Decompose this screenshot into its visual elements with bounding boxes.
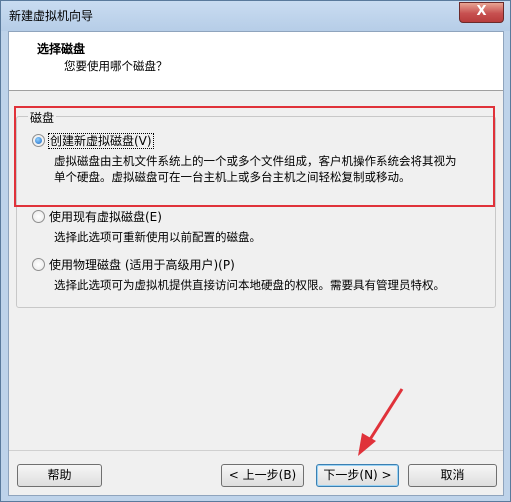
- cancel-button[interactable]: 取消: [408, 464, 497, 487]
- option-use-existing-description: 选择此选项可重新使用以前配置的磁盘。: [54, 229, 261, 245]
- description-line: 选择此选项可重新使用以前配置的磁盘。: [54, 230, 261, 244]
- title-bar: 新建虚拟机向导 X: [1, 1, 510, 31]
- page-title: 选择磁盘: [37, 42, 86, 56]
- back-button[interactable]: < 上一步(B): [221, 464, 304, 487]
- next-button[interactable]: 下一步(N) >: [316, 464, 399, 487]
- option-use-existing-label[interactable]: 使用现有虚拟磁盘(E): [49, 208, 162, 225]
- wizard-window: 新建虚拟机向导 X 选择磁盘 您要使用哪个磁盘？ 磁盘 创建新虚拟磁盘(V) 虚…: [0, 0, 511, 502]
- button-divider: [9, 450, 503, 451]
- window-title: 新建虚拟机向导: [9, 9, 94, 23]
- highlight-annotation: [14, 106, 495, 207]
- description-line: 选择此选项可为虚拟机提供直接访问本地硬盘的权限。需要具有管理员特权。: [54, 278, 445, 292]
- radio-use-existing-disk[interactable]: [32, 210, 45, 223]
- option-use-physical-description: 选择此选项可为虚拟机提供直接访问本地硬盘的权限。需要具有管理员特权。: [54, 277, 445, 293]
- page-subtitle: 您要使用哪个磁盘？: [64, 59, 168, 73]
- radio-use-physical-disk[interactable]: [32, 258, 45, 271]
- wizard-body: 选择磁盘 您要使用哪个磁盘？ 磁盘 创建新虚拟磁盘(V) 虚拟磁盘由主机文件系统…: [8, 31, 504, 496]
- option-use-physical-label[interactable]: 使用物理磁盘 (适用于高级用户)(P): [49, 256, 235, 273]
- help-button[interactable]: 帮助: [17, 464, 102, 487]
- wizard-header: 选择磁盘 您要使用哪个磁盘？: [9, 32, 503, 91]
- close-button[interactable]: X: [459, 2, 504, 23]
